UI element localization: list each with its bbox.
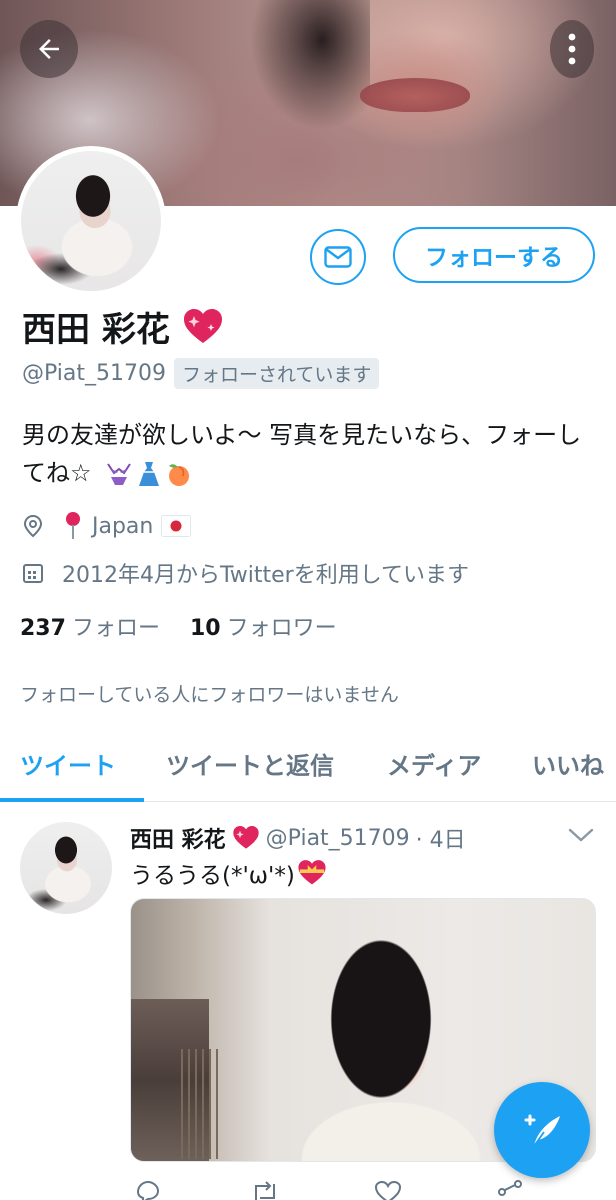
profile-name-text: 西田 彩花 xyxy=(22,310,170,350)
retweet-button[interactable] xyxy=(250,1180,280,1200)
no-common-followers-text: フォローしている人にフォロワーはいません xyxy=(20,684,399,706)
profile-joined: 2012年4月からTwitterを利用しています xyxy=(22,557,469,589)
tweet-timestamp: · 4日 xyxy=(415,828,466,853)
tweet-author-avatar[interactable] xyxy=(20,822,112,914)
more-vertical-icon xyxy=(568,33,576,65)
following-label: フォロー xyxy=(71,616,160,641)
location-pin-icon xyxy=(23,514,43,538)
banner-image-lips xyxy=(360,78,470,112)
tweet-text-content: うるうる(*'ω'*) xyxy=(130,863,295,889)
message-button[interactable] xyxy=(310,229,366,285)
dress-icon xyxy=(139,462,160,486)
follow-counts: 237 フォロー 10 フォロワー xyxy=(20,610,337,642)
banner-image-hair xyxy=(250,0,370,130)
sparkling-heart-icon xyxy=(233,826,259,849)
tab-tweets-and-replies[interactable]: ツイートと返信 xyxy=(166,746,334,781)
active-tab-indicator xyxy=(0,798,144,802)
more-options-button[interactable] xyxy=(550,20,594,78)
profile-joined-text: 2012年4月からTwitterを利用しています xyxy=(62,563,470,588)
compose-tweet-icon xyxy=(524,1114,560,1147)
reply-icon xyxy=(136,1180,160,1200)
peach-icon xyxy=(169,464,190,486)
following-count: 237 xyxy=(20,616,66,641)
sparkling-heart-icon xyxy=(183,308,222,343)
profile-bio: 男の友達が欲しいよ〜 写真を見たいなら、フォーしてね☆ xyxy=(22,416,602,492)
share-button[interactable] xyxy=(496,1180,524,1200)
tweet-author-name[interactable]: 西田 彩花 xyxy=(130,822,226,854)
tab-media[interactable]: メディア xyxy=(387,746,481,781)
followers-link[interactable]: 10 フォロワー xyxy=(190,610,337,642)
envelope-icon xyxy=(324,246,352,268)
chevron-down-icon xyxy=(568,828,594,842)
tab-likes[interactable]: いいね xyxy=(532,746,604,781)
tweet-header: 西田 彩花 @Piat_51709 · 4日 xyxy=(130,822,466,854)
profile-tabs: ツイート ツイートと返信 メディア いいね xyxy=(0,738,616,802)
bikini-icon xyxy=(107,463,131,485)
following-link[interactable]: 237 フォロー xyxy=(20,610,160,642)
japan-flag-icon xyxy=(161,515,192,537)
profile-name: 西田 彩花 xyxy=(22,302,224,351)
back-button[interactable] xyxy=(20,20,78,78)
profile-location: Japan xyxy=(22,511,192,541)
calendar-icon xyxy=(23,564,43,583)
like-button[interactable] xyxy=(374,1180,402,1200)
share-icon xyxy=(498,1180,522,1196)
follow-button[interactable]: フォローする xyxy=(393,227,595,283)
compose-tweet-button[interactable] xyxy=(494,1082,590,1178)
round-pushpin-icon xyxy=(66,512,80,539)
profile-handle: @Piat_51709 xyxy=(22,361,166,386)
profile-handle-row: @Piat_51709 フォローされています xyxy=(22,358,380,389)
tweet-menu-button[interactable] xyxy=(568,828,594,848)
followers-count: 10 xyxy=(189,616,221,641)
followers-label: フォロワー xyxy=(226,616,337,641)
heart-outline-icon xyxy=(374,1180,402,1200)
bio-emoji-group xyxy=(105,460,193,488)
retweet-icon xyxy=(255,1181,275,1200)
tab-tweets[interactable]: ツイート xyxy=(20,746,116,781)
profile-location-text: Japan xyxy=(92,513,154,539)
reply-button[interactable] xyxy=(134,1180,162,1200)
profile-avatar[interactable] xyxy=(16,146,166,296)
heart-with-ribbon-icon xyxy=(298,860,326,885)
arrow-left-icon xyxy=(39,39,59,59)
tweet-author-handle: @Piat_51709 xyxy=(265,825,410,851)
tweet-text: うるうる(*'ω'*) xyxy=(130,856,327,890)
follows-you-badge: フォローされています xyxy=(174,358,380,389)
photo-reed-diffuser xyxy=(181,1049,221,1159)
